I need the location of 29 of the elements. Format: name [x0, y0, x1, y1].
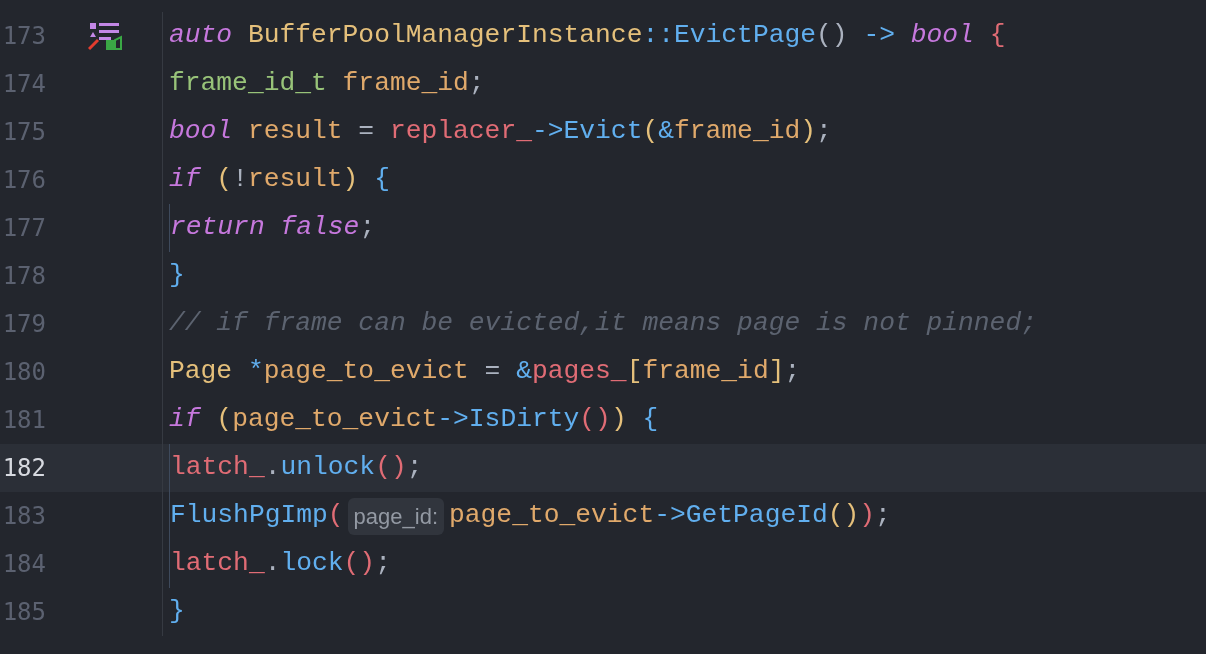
code-text: if (page_to_evict->IsDirty()) {: [169, 403, 659, 437]
line-number: 185: [1, 597, 46, 628]
line-number: 181: [1, 405, 46, 436]
code-text: bool result = replacer_->Evict(&frame_id);: [169, 115, 832, 149]
code-text: return false;: [170, 211, 376, 245]
line-number: 179: [1, 309, 46, 340]
line-number: 174: [1, 69, 46, 100]
line-number: 182: [1, 453, 46, 484]
line-number: 176: [1, 165, 46, 196]
code-text: page_to_evict->GetPageId());: [449, 499, 891, 533]
code-text: auto BufferPoolManagerInstance::EvictPage() -> bool {: [169, 19, 1006, 53]
line-number: 177: [1, 213, 46, 244]
code-text: frame_id_t frame_id;: [169, 67, 485, 101]
code-text: Page *page_to_evict = &pages_[frame_id];: [169, 355, 801, 389]
code-text: latch_.unlock();: [170, 451, 423, 485]
code-text: if (!result) {: [169, 163, 390, 197]
code-text: latch_.lock();: [170, 547, 391, 581]
code-text: }: [169, 259, 185, 293]
line-number: 178: [1, 261, 46, 292]
line-number: 175: [1, 117, 46, 148]
code-text: FlushPgImp(: [170, 499, 344, 533]
line-number: 184: [1, 549, 46, 580]
list-pencil-icon[interactable]: [88, 21, 124, 51]
line-number: 173: [1, 21, 46, 52]
line-number: 180: [1, 357, 46, 388]
line-number: 183: [1, 501, 46, 532]
code-comment: // if frame can be evicted,it means page is not pinned;: [169, 307, 1037, 341]
code-text: }: [169, 595, 185, 629]
parameter-hint: page_id:: [347, 497, 444, 535]
